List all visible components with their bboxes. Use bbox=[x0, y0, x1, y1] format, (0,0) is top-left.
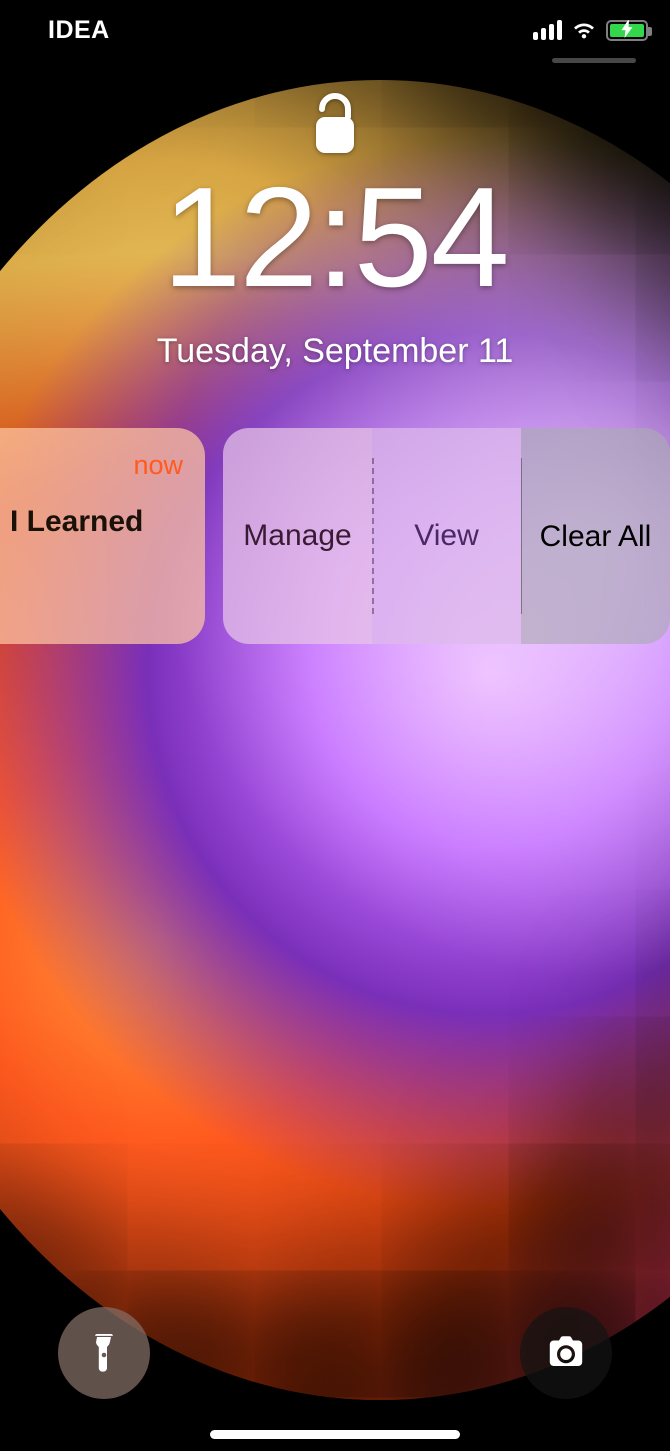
camera-button[interactable] bbox=[520, 1307, 612, 1399]
notification[interactable]: now I Learned Manage View Clear All bbox=[0, 428, 670, 644]
view-button[interactable]: View bbox=[372, 428, 521, 644]
notification-card[interactable]: now I Learned bbox=[0, 428, 205, 644]
home-indicator[interactable] bbox=[210, 1430, 460, 1439]
notification-title: I Learned bbox=[10, 505, 183, 539]
status-bar: IDEA bbox=[0, 0, 670, 58]
battery-charging-icon bbox=[606, 20, 648, 41]
notification-time: now bbox=[133, 450, 183, 481]
wifi-icon bbox=[571, 20, 597, 40]
pull-down-handle[interactable] bbox=[552, 58, 636, 63]
camera-icon bbox=[545, 1332, 587, 1374]
status-indicators bbox=[533, 20, 648, 41]
manage-button[interactable]: Manage bbox=[223, 428, 372, 644]
flashlight-button[interactable] bbox=[58, 1307, 150, 1399]
notification-actions: Manage View Clear All bbox=[223, 428, 670, 644]
unlock-icon bbox=[0, 90, 670, 162]
quick-actions bbox=[0, 1307, 670, 1399]
lock-date: Tuesday, September 11 bbox=[0, 332, 670, 371]
clear-all-button[interactable]: Clear All bbox=[521, 428, 670, 644]
cellular-signal-icon bbox=[533, 20, 562, 40]
carrier-label: IDEA bbox=[48, 16, 110, 45]
lock-clock: 12:54 bbox=[0, 160, 670, 316]
flashlight-icon bbox=[83, 1332, 125, 1374]
